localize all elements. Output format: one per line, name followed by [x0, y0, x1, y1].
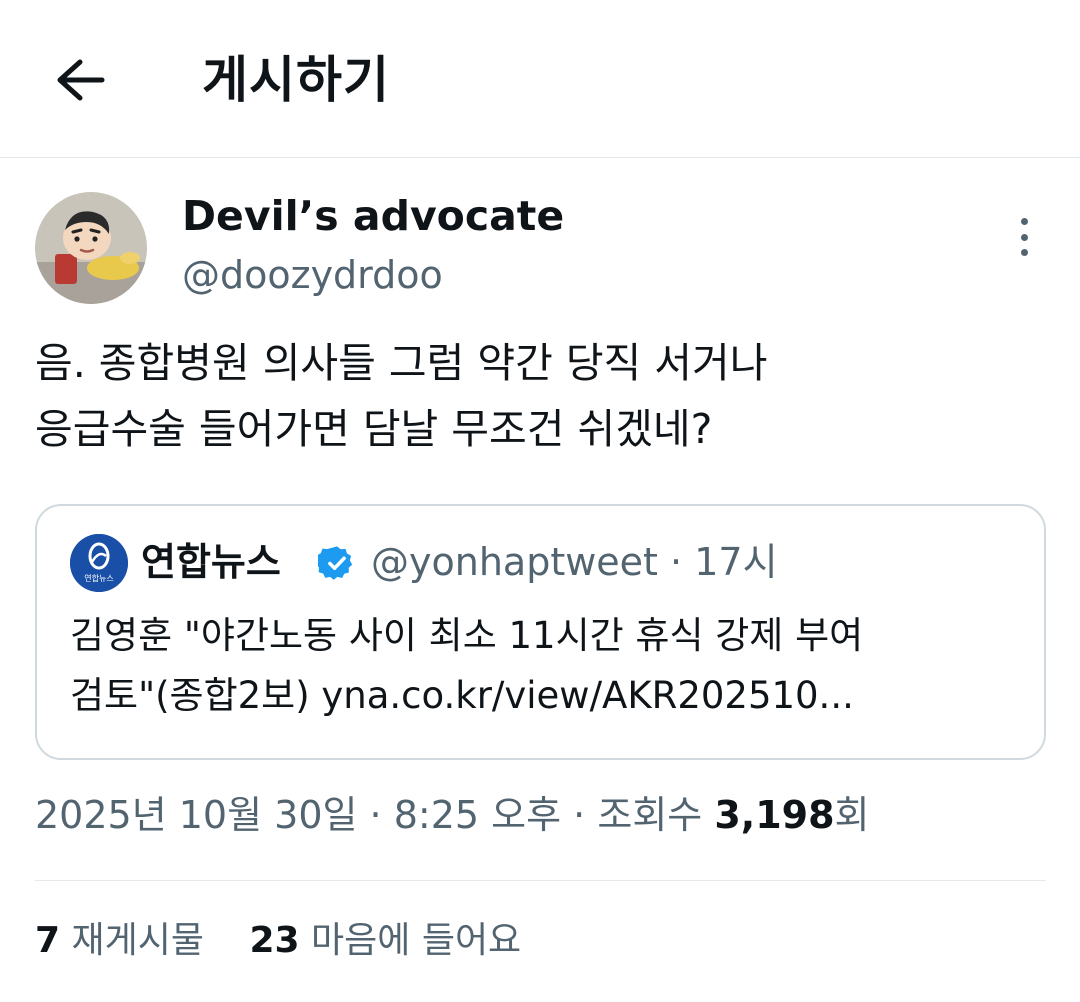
likes-stat[interactable]: 23 마음에 들어요: [249, 920, 521, 961]
quote-text: 김영훈 "야간노동 사이 최소 11시간 휴식 강제 부여 검토"(종합2보) …: [70, 614, 864, 717]
author-avatar[interactable]: [35, 192, 147, 304]
quote-separator: ·: [670, 540, 683, 584]
yonhap-logo-icon: 연합뉴스: [70, 534, 128, 592]
verified-badge-icon: [318, 546, 353, 580]
back-button[interactable]: [50, 50, 110, 110]
quote-meta: @yonhaptweet · 17시: [371, 536, 778, 588]
more-dots-icon: [1020, 218, 1028, 225]
likes-label: 마음에 들어요: [311, 920, 522, 961]
top-app-bar: 게시하기: [0, 0, 1080, 158]
avatar-cartoon-character: [35, 192, 147, 304]
more-options-button[interactable]: [1004, 214, 1044, 260]
views-count: 3,198: [714, 793, 835, 837]
tweet-meta: 2025년 10월 30일 · 8:25 오후 · 조회수 3,198회: [35, 788, 870, 842]
svg-text:연합뉴스: 연합뉴스: [84, 574, 113, 583]
quoted-tweet-card[interactable]: 연합뉴스 연합뉴스 @yonhaptweet · 17시 김영훈 "야간노동 사…: [35, 504, 1046, 760]
reposts-count: 7: [35, 920, 61, 961]
engagement-stats: 7 재게시물 23 마음에 들어요: [35, 914, 521, 968]
likes-count: 23: [249, 920, 300, 961]
reposts-stat[interactable]: 7 재게시물: [35, 920, 215, 961]
divider: [35, 880, 1046, 881]
tweet-text: 음. 종합병원 의사들 그럼 약간 당직 서거나 응급수술 들어가면 담날 무조…: [35, 339, 768, 453]
quote-author-name: 연합뉴스: [141, 540, 281, 584]
tweet-time: 8:25 오후: [393, 793, 562, 837]
page-title: 게시하기: [202, 51, 390, 109]
reposts-label: 재게시물: [71, 920, 204, 961]
tweet-date: 2025년 10월 30일: [35, 793, 358, 837]
author-handle[interactable]: @doozydrdoo: [182, 250, 443, 300]
quote-author-avatar[interactable]: 연합뉴스: [70, 534, 128, 592]
quote-author-handle: @yonhaptweet: [371, 540, 658, 584]
views-label: 조회수: [597, 793, 703, 837]
quote-time: 17시: [694, 540, 778, 584]
meta-separator: ·: [573, 793, 586, 837]
views-suffix: 회: [834, 793, 870, 837]
meta-separator: ·: [369, 793, 382, 837]
arrow-left-icon: [57, 59, 105, 101]
author-name[interactable]: Devil’s advocate: [182, 190, 564, 242]
